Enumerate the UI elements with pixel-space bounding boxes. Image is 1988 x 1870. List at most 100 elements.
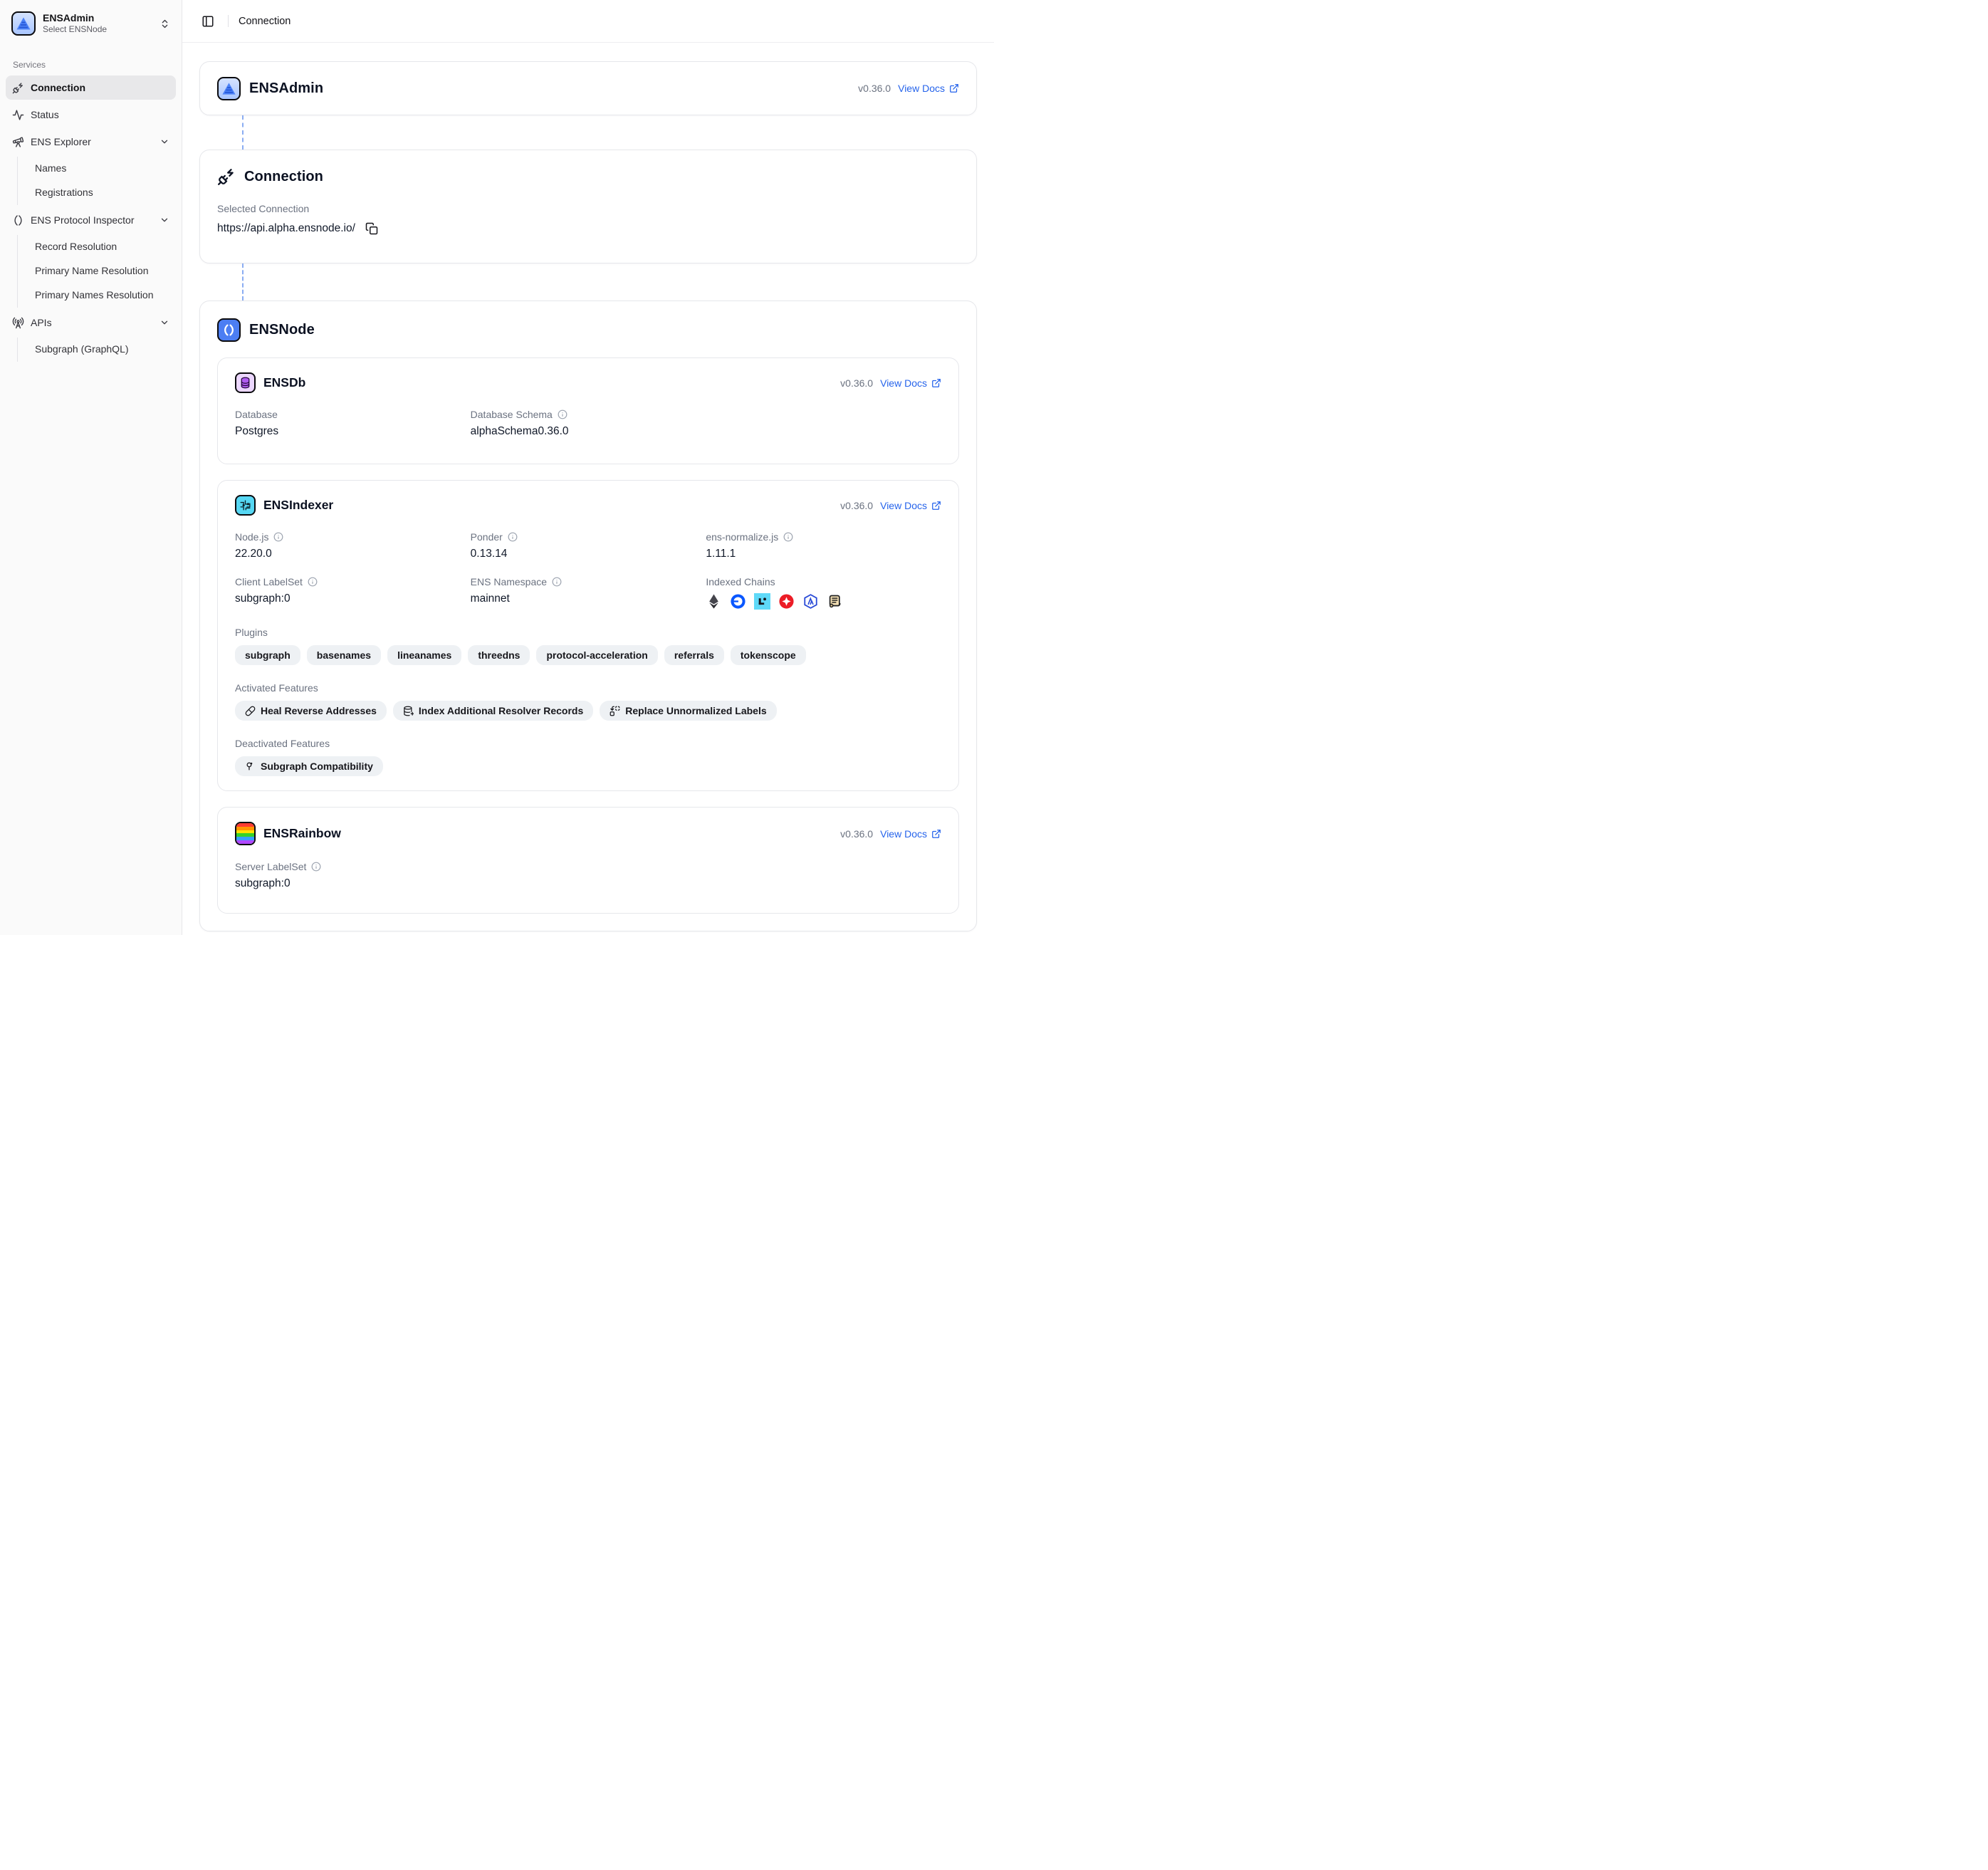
info-icon[interactable]: [508, 532, 518, 542]
page-content: ENSAdmin v0.36.0 View Docs: [182, 43, 994, 937]
database-schema-field: Database Schema alphaSchema0.36.0: [471, 409, 706, 438]
ensrainbow-title: ENSRainbow: [263, 826, 341, 841]
ens-normalize-label: ens-normalize.js: [706, 531, 778, 543]
sidebar-item-ens-protocol-inspector[interactable]: ENS Protocol Inspector: [6, 208, 176, 232]
card-connector-line: [242, 263, 244, 301]
view-docs-label: View Docs: [898, 83, 945, 94]
chevron-down-icon: [159, 137, 169, 147]
plugin-pill: subgraph: [235, 645, 300, 665]
ens-normalize-field: ens-normalize.js 1.11.1: [706, 531, 941, 560]
sidebar-item-label: ENS Protocol Inspector: [31, 214, 135, 226]
threedns-icon[interactable]: [778, 593, 795, 610]
sidebar-item-connection[interactable]: Connection: [6, 75, 176, 100]
ensnode-selector[interactable]: ENSAdmin Select ENSNode: [6, 6, 176, 41]
info-icon[interactable]: [273, 532, 283, 542]
activity-icon: [12, 109, 24, 121]
sidebar-item-apis[interactable]: APIs: [6, 310, 176, 335]
feature-label: Index Additional Resolver Records: [419, 705, 583, 716]
client-labelset-value: subgraph:0: [235, 592, 471, 605]
copy-url-button[interactable]: [364, 221, 380, 236]
database-label: Database: [235, 409, 278, 420]
activated-features-label: Activated Features: [235, 682, 941, 694]
indexed-chains-field: Indexed Chains: [706, 576, 941, 610]
deactivated-features-list: Subgraph Compatibility: [235, 756, 941, 776]
ensadmin-logo: [217, 77, 241, 100]
activated-features-list: Heal Reverse Addresses Index Additional …: [235, 701, 941, 721]
chevrons-up-down-icon: [159, 19, 170, 29]
feature-pill-subgraph-compatibility: Subgraph Compatibility: [235, 756, 383, 776]
sidebar-toggle-button[interactable]: [198, 11, 218, 31]
external-link-icon: [949, 83, 959, 93]
sidebar-subitem-label: Record Resolution: [35, 241, 117, 252]
panel-left-icon: [202, 15, 214, 28]
sidebar-item-names[interactable]: Names: [29, 157, 176, 179]
deactivated-features-label: Deactivated Features: [235, 738, 941, 749]
plugin-pill: basenames: [307, 645, 381, 665]
protocol-inspector-subtree: Record Resolution Primary Name Resolutio…: [17, 235, 176, 308]
server-labelset-field: Server LabelSet subgraph:0: [235, 861, 471, 890]
sidebar-item-label: APIs: [31, 317, 52, 328]
ensdb-version: v0.36.0: [840, 377, 873, 389]
app-subtitle: Select ENSNode: [43, 24, 152, 35]
info-icon[interactable]: [552, 577, 562, 587]
ensrainbow-view-docs-link[interactable]: View Docs: [880, 828, 941, 840]
ensadmin-view-docs-link[interactable]: View Docs: [898, 83, 959, 94]
ensdb-view-docs-link[interactable]: View Docs: [880, 377, 941, 389]
database-value: Postgres: [235, 425, 471, 438]
feature-label: Heal Reverse Addresses: [261, 705, 377, 716]
connection-card-title: Connection: [244, 169, 323, 185]
database-schema-value: alphaSchema0.36.0: [471, 425, 706, 438]
ens-mark-icon: [12, 214, 24, 226]
info-icon[interactable]: [311, 862, 321, 872]
sidebar-item-ens-explorer[interactable]: ENS Explorer: [6, 130, 176, 154]
ensadmin-card: ENSAdmin v0.36.0 View Docs: [199, 61, 977, 115]
nodejs-value: 22.20.0: [235, 548, 471, 560]
server-labelset-value: subgraph:0: [235, 877, 471, 890]
ensnode-logo: [217, 318, 241, 342]
client-labelset-field: Client LabelSet subgraph:0: [235, 576, 471, 610]
apis-subtree: Subgraph (GraphQL): [17, 338, 176, 362]
replace-icon: [610, 706, 620, 716]
sidebar-item-record-resolution[interactable]: Record Resolution: [29, 235, 176, 258]
ponder-label: Ponder: [471, 531, 503, 543]
pyramid-glyph: [221, 80, 237, 97]
linea-icon[interactable]: [754, 593, 770, 610]
ens-normalize-value: 1.11.1: [706, 548, 941, 560]
info-icon[interactable]: [783, 532, 793, 542]
ens-namespace-value: mainnet: [471, 592, 706, 605]
sidebar-item-primary-names-resolution[interactable]: Primary Names Resolution: [29, 283, 176, 306]
sidebar-item-status[interactable]: Status: [6, 103, 176, 127]
top-bar: Connection: [182, 0, 994, 43]
info-icon[interactable]: [308, 577, 318, 587]
sidebar-item-primary-name-resolution[interactable]: Primary Name Resolution: [29, 259, 176, 282]
plugin-pill: threedns: [468, 645, 530, 665]
sidebar-subitem-label: Primary Name Resolution: [35, 265, 149, 276]
arbitrum-icon[interactable]: [802, 593, 819, 610]
plug-zap-icon: [217, 167, 236, 186]
view-docs-label: View Docs: [880, 500, 927, 511]
sidebar-subitem-label: Subgraph (GraphQL): [35, 343, 129, 355]
server-labelset-label: Server LabelSet: [235, 861, 306, 872]
base-icon[interactable]: [730, 593, 746, 610]
external-link-icon: [931, 378, 941, 388]
sidebar-item-registrations[interactable]: Registrations: [29, 181, 176, 204]
plugin-pill: protocol-acceleration: [536, 645, 657, 665]
info-icon[interactable]: [558, 409, 567, 419]
ponder-value: 0.13.14: [471, 548, 706, 560]
plug-zap-icon: [12, 82, 24, 94]
ensadmin-version: v0.36.0: [858, 83, 891, 94]
sidebar-subitem-label: Primary Names Resolution: [35, 289, 154, 301]
feature-pill-heal-reverse-addresses: Heal Reverse Addresses: [235, 701, 387, 721]
sidebar-section-label: Services: [6, 53, 176, 75]
connection-card: Connection Selected Connection https://a…: [199, 150, 977, 263]
selected-connection-label: Selected Connection: [217, 203, 959, 214]
breadcrumb: Connection: [239, 16, 291, 27]
ensrainbow-version: v0.36.0: [840, 828, 873, 840]
feature-label: Replace Unnormalized Labels: [625, 705, 766, 716]
ethereum-icon[interactable]: [706, 593, 722, 610]
ensindexer-view-docs-link[interactable]: View Docs: [880, 500, 941, 511]
scroll-icon[interactable]: [827, 593, 843, 610]
waypoints-icon: [245, 761, 256, 772]
sidebar-subitem-label: Registrations: [35, 187, 93, 198]
sidebar-item-subgraph-graphql[interactable]: Subgraph (GraphQL): [29, 338, 176, 360]
